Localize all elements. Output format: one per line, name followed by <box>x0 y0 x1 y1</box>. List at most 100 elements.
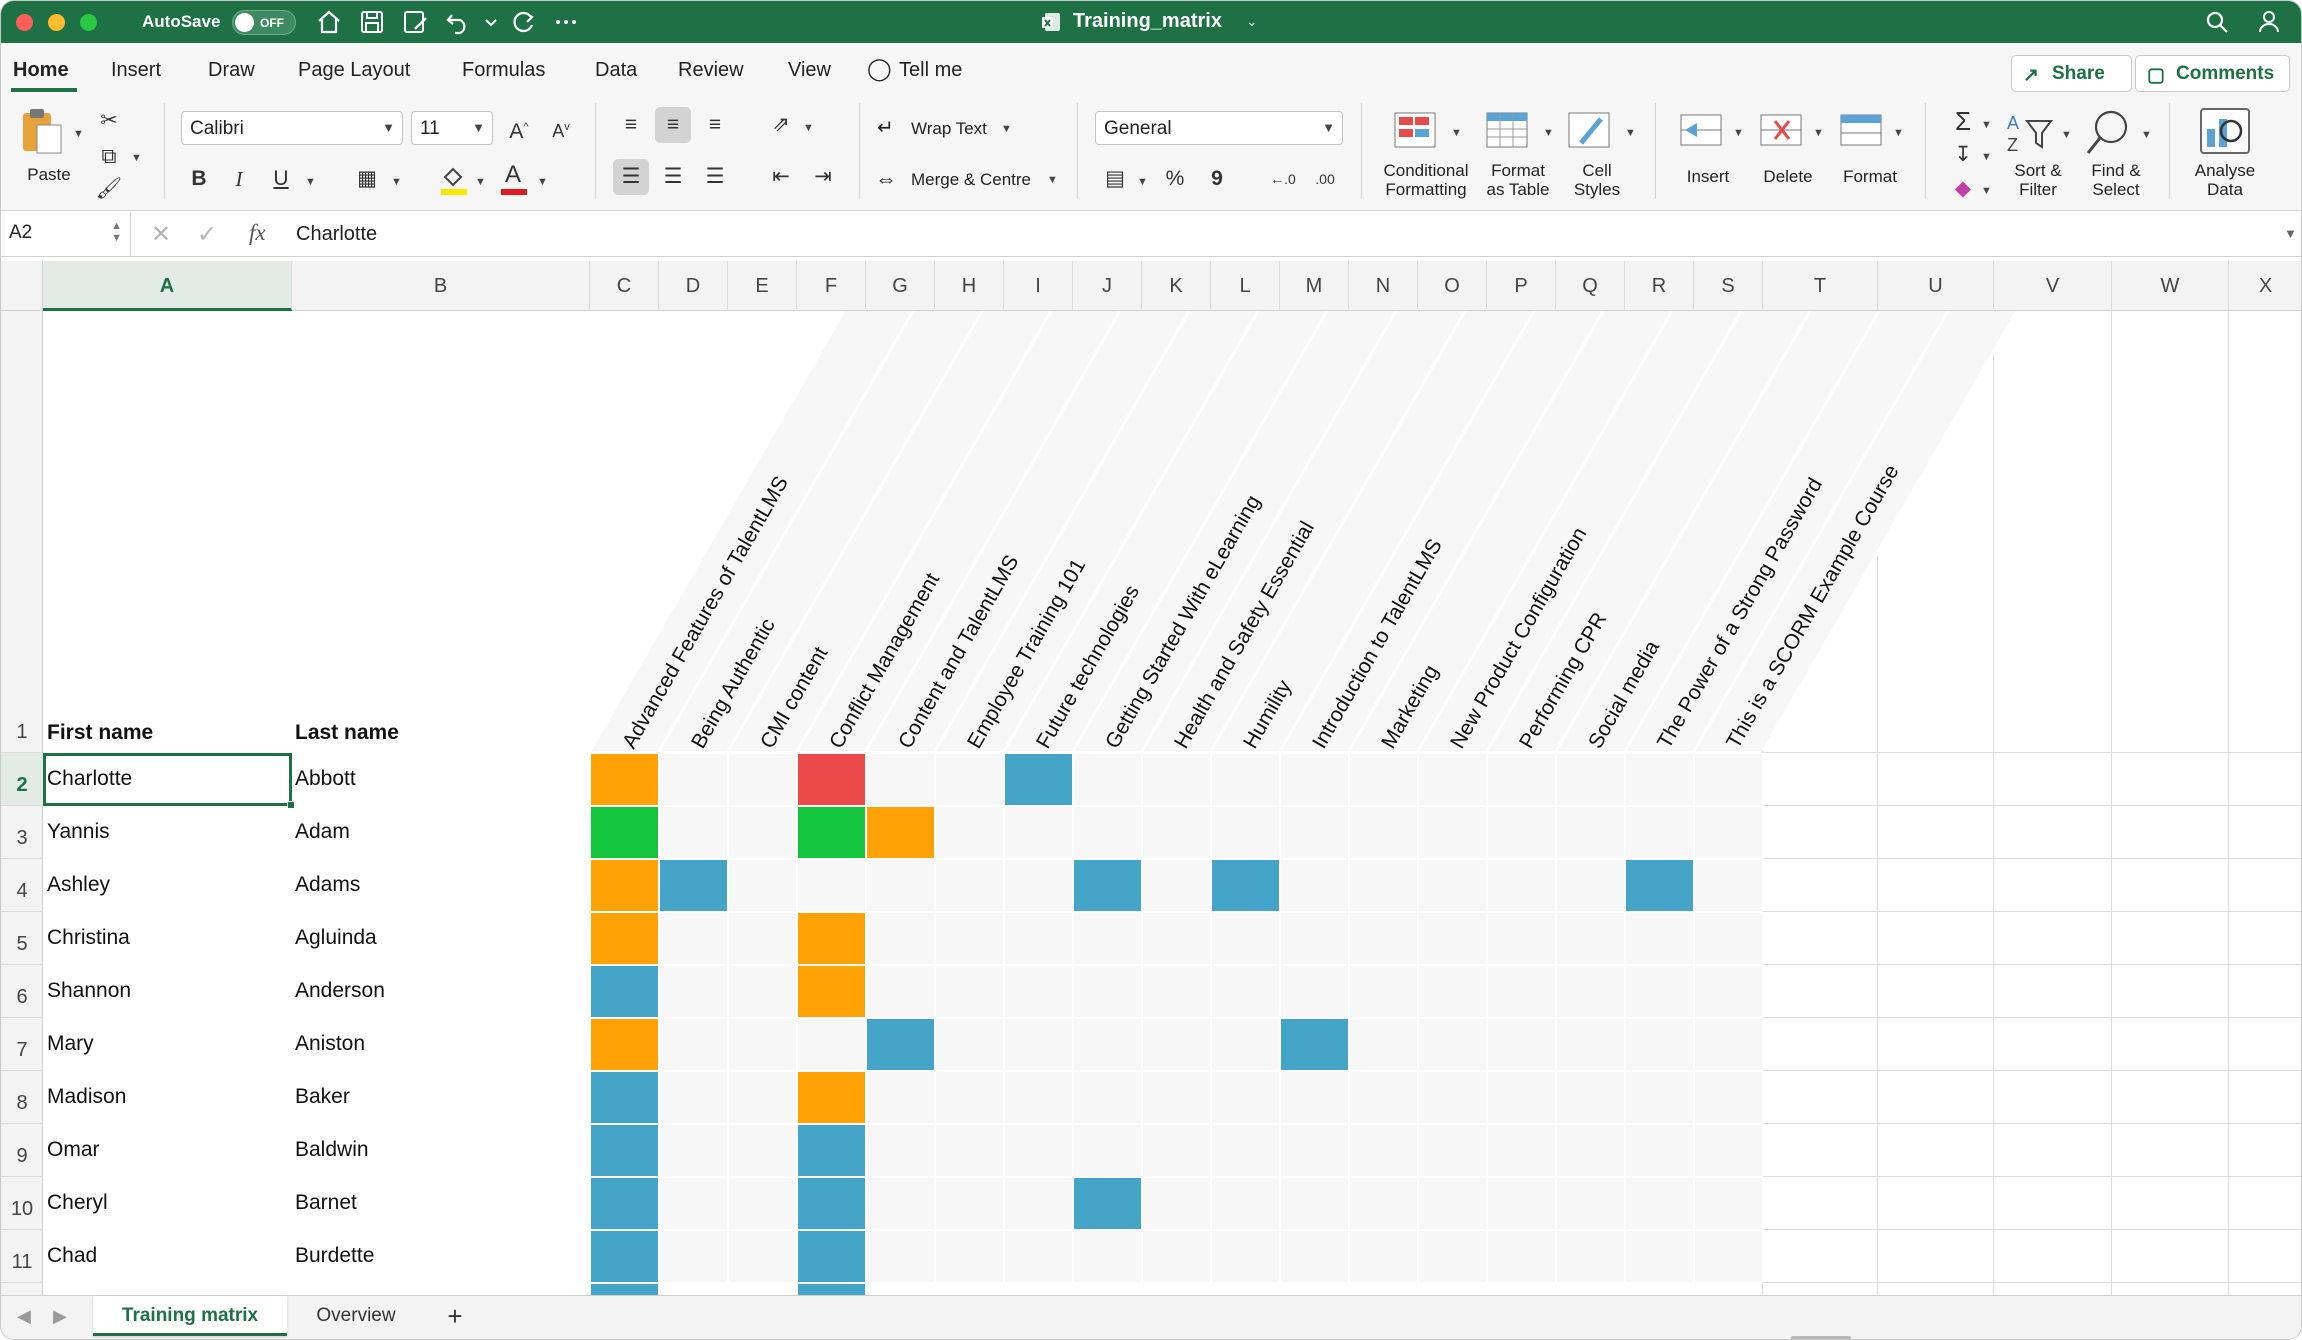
status-cell-orange[interactable] <box>797 965 866 1018</box>
status-cell-empty[interactable] <box>1211 1018 1280 1071</box>
status-cell-empty[interactable] <box>728 1230 797 1283</box>
status-cell-blue[interactable] <box>797 1283 866 1295</box>
status-cell-empty[interactable] <box>1556 1230 1625 1283</box>
accounting-caret-icon[interactable]: ▼ <box>1137 176 1148 188</box>
status-cell-blue[interactable] <box>590 1177 659 1230</box>
status-cell-empty[interactable] <box>935 912 1004 965</box>
last-name-cell[interactable]: Abbott <box>295 767 356 791</box>
status-cell-empty[interactable] <box>1004 806 1073 859</box>
status-cell-empty[interactable] <box>1556 1124 1625 1177</box>
status-cell-empty[interactable] <box>935 1230 1004 1283</box>
align-right-icon[interactable]: ☰ <box>697 159 733 195</box>
orientation-icon[interactable]: ⇗ <box>763 107 799 143</box>
status-cell-empty[interactable] <box>1625 1177 1694 1230</box>
account-icon[interactable] <box>2257 9 2285 35</box>
status-cell-empty[interactable] <box>1073 1124 1142 1177</box>
italic-button[interactable]: I <box>221 161 257 197</box>
column-header[interactable]: B <box>292 261 590 311</box>
status-cell-empty[interactable] <box>1694 859 1763 912</box>
status-cell-blue[interactable] <box>797 1230 866 1283</box>
status-cell-blue[interactable] <box>590 1071 659 1124</box>
status-cell-empty[interactable] <box>1073 1071 1142 1124</box>
format-cells-icon[interactable] <box>1837 109 1885 153</box>
tab-page-layout[interactable]: Page Layout <box>298 59 410 82</box>
status-cell-empty[interactable] <box>1625 753 1694 806</box>
status-cell-empty[interactable] <box>935 806 1004 859</box>
format-as-table-icon[interactable] <box>1485 109 1533 153</box>
status-cell-empty[interactable] <box>1280 859 1349 912</box>
status-cell-empty[interactable] <box>1349 859 1418 912</box>
autosave-toggle[interactable]: OFF <box>232 10 296 35</box>
worksheet-grid[interactable]: Advanced Features of TalentLMS Being Auth… <box>1 261 2301 1295</box>
status-cell-blue[interactable] <box>590 1124 659 1177</box>
status-cell-empty[interactable] <box>1487 1124 1556 1177</box>
status-cell-empty[interactable] <box>659 1124 728 1177</box>
redo-icon[interactable] <box>509 9 537 35</box>
status-cell-empty[interactable] <box>866 912 935 965</box>
align-top-icon[interactable]: ≡ <box>613 107 649 143</box>
status-cell-empty[interactable] <box>1556 859 1625 912</box>
status-cell-empty[interactable] <box>1487 806 1556 859</box>
orientation-caret-icon[interactable]: ▼ <box>803 122 814 134</box>
status-cell-empty[interactable] <box>866 1124 935 1177</box>
autosum-icon[interactable]: Σ <box>1945 103 1981 139</box>
status-cell-empty[interactable] <box>1418 1124 1487 1177</box>
fill-color-icon[interactable] <box>437 163 471 197</box>
paste-icon[interactable] <box>15 107 67 157</box>
status-cell-empty[interactable] <box>1625 912 1694 965</box>
column-header[interactable]: X <box>2229 261 2301 311</box>
scroll-sheets-left-icon[interactable]: ◀ <box>17 1306 31 1327</box>
status-cell-empty[interactable] <box>1073 912 1142 965</box>
status-cell-blue[interactable] <box>1073 859 1142 912</box>
status-cell-empty[interactable] <box>1004 1124 1073 1177</box>
first-name-cell[interactable]: Christina <box>47 926 130 950</box>
search-icon[interactable] <box>2203 9 2231 35</box>
status-cell-empty[interactable] <box>728 1018 797 1071</box>
undo-dropdown-icon[interactable] <box>477 9 497 35</box>
column-header[interactable]: W <box>2112 261 2229 311</box>
status-cell-empty[interactable] <box>659 965 728 1018</box>
status-cell-empty[interactable] <box>1142 1230 1211 1283</box>
status-cell-empty[interactable] <box>659 806 728 859</box>
row-header[interactable]: 5 <box>1 912 43 965</box>
clear-icon[interactable]: ◆ <box>1945 171 1981 207</box>
sheet-tab-overview[interactable]: Overview <box>291 1296 421 1336</box>
status-cell-empty[interactable] <box>1073 965 1142 1018</box>
status-cell-empty[interactable] <box>1142 1018 1211 1071</box>
status-cell-empty[interactable] <box>1694 912 1763 965</box>
status-cell-empty[interactable] <box>1556 1177 1625 1230</box>
column-header[interactable]: K <box>1142 261 1211 311</box>
last-name-cell[interactable]: Barnet <box>295 1191 357 1215</box>
status-cell-empty[interactable] <box>866 1230 935 1283</box>
status-cell-empty[interactable] <box>1418 859 1487 912</box>
status-cell-empty[interactable] <box>1418 753 1487 806</box>
status-cell-empty[interactable] <box>1556 1071 1625 1124</box>
status-cell-empty[interactable] <box>1487 753 1556 806</box>
status-cell-empty[interactable] <box>1556 912 1625 965</box>
sort-filter-caret-icon[interactable]: ▼ <box>2061 129 2072 141</box>
status-cell-empty[interactable] <box>866 1071 935 1124</box>
tab-draw[interactable]: Draw <box>208 59 255 82</box>
column-header[interactable]: R <box>1625 261 1694 311</box>
status-cell-empty[interactable] <box>1418 1177 1487 1230</box>
first-name-cell[interactable]: Omar <box>47 1138 100 1162</box>
column-header[interactable]: I <box>1004 261 1073 311</box>
status-cell-empty[interactable] <box>1487 965 1556 1018</box>
underline-caret-icon[interactable]: ▼ <box>305 176 316 188</box>
status-cell-empty[interactable] <box>659 1230 728 1283</box>
status-cell-empty[interactable] <box>1487 1018 1556 1071</box>
status-cell-green[interactable] <box>797 806 866 859</box>
insert-function-button[interactable]: fx <box>249 220 266 246</box>
align-middle-icon[interactable]: ≡ <box>655 107 691 143</box>
status-cell-empty[interactable] <box>728 1124 797 1177</box>
status-cell-orange[interactable] <box>590 859 659 912</box>
scroll-sheets-right-icon[interactable]: ▶ <box>53 1306 67 1327</box>
first-name-cell[interactable]: Yannis <box>47 820 110 844</box>
status-cell-empty[interactable] <box>1625 1124 1694 1177</box>
borders-icon[interactable]: ▦ <box>349 161 385 197</box>
status-cell-empty[interactable] <box>1073 1018 1142 1071</box>
tab-data[interactable]: Data <box>595 59 637 82</box>
minimize-window-button[interactable] <box>48 14 65 31</box>
status-cell-empty[interactable] <box>1004 1177 1073 1230</box>
status-cell-empty[interactable] <box>1694 1071 1763 1124</box>
